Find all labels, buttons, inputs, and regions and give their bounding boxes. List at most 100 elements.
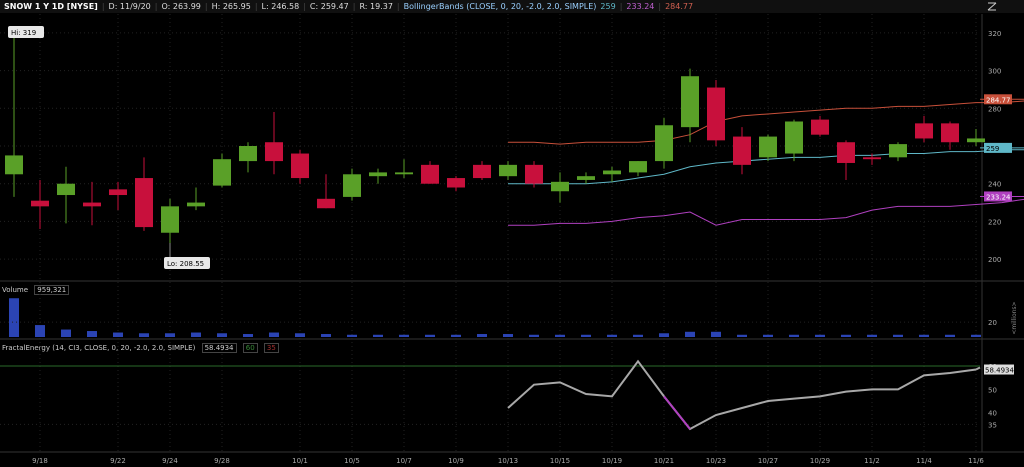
candle-body bbox=[5, 155, 23, 175]
chart-workspace: SNOW 1 Y 1D [NYSE] | D: 11/9/20 | O: 263… bbox=[0, 0, 1024, 467]
fractal-energy-down-segment bbox=[663, 395, 691, 430]
volume-bar bbox=[815, 334, 825, 337]
candle-body bbox=[837, 142, 855, 163]
fractal-energy-line bbox=[507, 359, 977, 431]
candle-body bbox=[655, 125, 673, 162]
price-tick-label: 300 bbox=[988, 68, 1001, 76]
lower-band-marker-box bbox=[984, 191, 1012, 202]
stock-chart[interactable]: 200 220 240 260 280 300 320 Hi: 319 Lo: 208.55 28… bbox=[0, 0, 1024, 467]
volume-bar bbox=[971, 334, 981, 337]
volume-value: 959,321 bbox=[34, 285, 70, 295]
date-tick-label: 10/13 bbox=[498, 457, 518, 465]
price-tick-label: 200 bbox=[988, 256, 1001, 264]
volume-bar bbox=[191, 332, 201, 337]
volume-bar bbox=[529, 334, 539, 337]
volume-bar bbox=[347, 334, 357, 337]
candle-body bbox=[733, 136, 751, 165]
volume-bar bbox=[9, 298, 19, 337]
candle-body bbox=[135, 178, 153, 228]
date-tick-label: 10/1 bbox=[292, 457, 308, 465]
candle-body bbox=[629, 161, 647, 173]
fractal-tick-label: 35 bbox=[988, 421, 997, 429]
candle-body bbox=[83, 202, 101, 207]
volume-bar bbox=[243, 334, 253, 337]
mid-band-marker: 259 bbox=[986, 145, 999, 153]
fractal-value-marker: 58.4934 bbox=[985, 367, 1014, 375]
date-tick-label: 11/6 bbox=[968, 457, 984, 465]
candle-body bbox=[343, 174, 361, 197]
upper-band-marker: 284.77 bbox=[986, 96, 1011, 104]
candle-body bbox=[473, 164, 491, 179]
date-tick-label: 9/24 bbox=[162, 457, 178, 465]
fractal-tick-label: 60 bbox=[988, 363, 997, 371]
volume-label[interactable]: Volume bbox=[2, 286, 28, 294]
symbol-label[interactable]: SNOW 1 Y 1D [NYSE] bbox=[4, 2, 98, 11]
fractal-level-low: 35 bbox=[263, 343, 279, 353]
candle-body bbox=[967, 138, 985, 143]
fractal-value: 58.4934 bbox=[201, 343, 237, 353]
volume-tick-label: 20 bbox=[988, 319, 997, 327]
candle-body bbox=[499, 164, 517, 177]
date-tick-label: 10/23 bbox=[706, 457, 726, 465]
drawing-tools-icon[interactable] bbox=[986, 1, 998, 12]
candle-body bbox=[551, 181, 569, 192]
volume-bar bbox=[477, 334, 487, 337]
volume-bar bbox=[425, 334, 435, 337]
candle-body bbox=[421, 164, 439, 184]
volume-axis-unit: <millions> bbox=[1011, 301, 1018, 334]
date-tick-label: 10/27 bbox=[758, 457, 778, 465]
upper-band-line bbox=[508, 100, 1024, 145]
price-tick-label: 240 bbox=[988, 181, 1001, 189]
candle-body bbox=[291, 153, 309, 179]
study-label[interactable]: BollingerBands (CLOSE, 0, 20, -2.0, 2.0,… bbox=[404, 2, 597, 11]
volume-bar bbox=[659, 333, 669, 337]
volume-bar bbox=[217, 333, 227, 337]
candle-body bbox=[863, 157, 881, 160]
volume-bar bbox=[789, 334, 799, 337]
volume-bar bbox=[737, 334, 747, 337]
date-tick-label: 10/5 bbox=[344, 457, 360, 465]
volume-bar bbox=[87, 331, 97, 337]
candle-body bbox=[187, 202, 205, 207]
volume-bar bbox=[841, 334, 851, 337]
volume-bar bbox=[581, 334, 591, 337]
date-tick-label: 10/7 bbox=[396, 457, 412, 465]
volume-bar bbox=[321, 334, 331, 337]
volume-bar bbox=[451, 334, 461, 337]
volume-bar bbox=[763, 334, 773, 337]
high-readout: H: 265.95 bbox=[211, 2, 251, 11]
fractal-label[interactable]: FractalEnergy (14, CI3, CLOSE, 0, 20, -2… bbox=[2, 344, 195, 352]
volume-bar bbox=[399, 334, 409, 337]
volume-pane-label: Volume 959,321 bbox=[2, 285, 73, 295]
candle-body bbox=[161, 206, 179, 233]
lo-callout-label: Lo: 208.55 bbox=[167, 260, 204, 268]
range-readout: R: 19.37 bbox=[359, 2, 393, 11]
price-tick-label: 220 bbox=[988, 218, 1001, 226]
fractal-energy-line bbox=[975, 366, 981, 371]
candle-body bbox=[681, 76, 699, 128]
price-tick-label: 260 bbox=[988, 143, 1001, 151]
close-readout: C: 259.47 bbox=[309, 2, 349, 11]
fractal-tick-label: 50 bbox=[988, 386, 997, 394]
volume-bar bbox=[139, 333, 149, 337]
fractal-level-high: 60 bbox=[242, 343, 258, 353]
volume-bar bbox=[945, 334, 955, 337]
candle-body bbox=[239, 146, 257, 162]
candle-body bbox=[525, 164, 543, 184]
candle-body bbox=[915, 123, 933, 139]
volume-bar bbox=[633, 334, 643, 337]
fractal-pane-label: FractalEnergy (14, CI3, CLOSE, 0, 20, -2… bbox=[2, 343, 283, 353]
candle-body bbox=[317, 198, 335, 209]
volume-bar bbox=[607, 334, 617, 337]
volume-bar bbox=[555, 334, 565, 337]
date-tick-label: 9/28 bbox=[214, 457, 230, 465]
date-tick-label: 9/18 bbox=[32, 457, 48, 465]
date-tick-label: 10/19 bbox=[602, 457, 622, 465]
middle-band-line bbox=[508, 149, 1024, 185]
volume-bar bbox=[113, 332, 123, 337]
candle-body bbox=[811, 119, 829, 135]
hi-callout-box bbox=[8, 26, 44, 38]
chart-header: SNOW 1 Y 1D [NYSE] | D: 11/9/20 | O: 263… bbox=[0, 0, 1024, 13]
volume-bar bbox=[35, 325, 45, 337]
candle-body bbox=[213, 159, 231, 186]
